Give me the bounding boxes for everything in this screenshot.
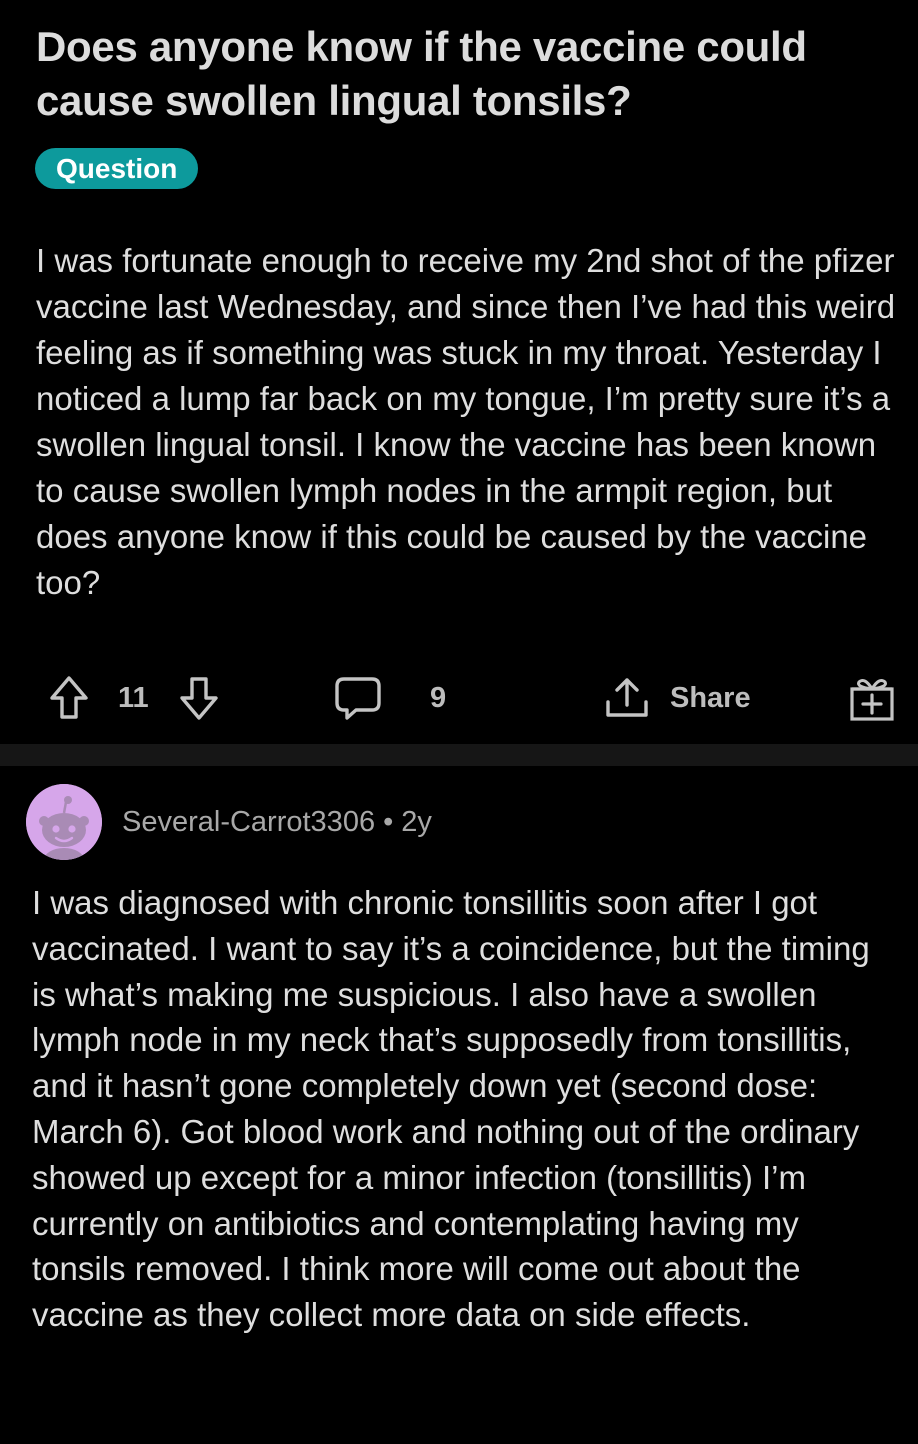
comment-username[interactable]: Several-Carrot3306	[122, 806, 375, 838]
award-button[interactable]	[848, 668, 896, 728]
arrow-up-icon	[50, 676, 88, 719]
comment-body: I was diagnosed with chronic tonsillitis…	[32, 884, 870, 1334]
post-title[interactable]: Does anyone know if the vaccine could ca…	[36, 20, 896, 128]
post-card: Does anyone know if the vaccine could ca…	[0, 0, 918, 744]
meta-separator: •	[383, 806, 394, 838]
comment-age: 2y	[401, 806, 432, 838]
share-label: Share	[670, 681, 751, 714]
vote-score: 11	[118, 681, 149, 714]
share-button[interactable]: Share	[604, 668, 751, 728]
downvote-button[interactable]	[178, 668, 220, 728]
comment-count[interactable]: 9	[430, 668, 446, 728]
upvote-button[interactable]	[48, 668, 90, 728]
post-body: I was fortunate enough to receive my 2nd…	[36, 242, 896, 601]
gift-box-icon	[850, 679, 894, 721]
section-divider	[0, 744, 918, 766]
speech-bubble-icon	[335, 677, 381, 720]
comment: Several-Carrot3306 • 2y I was diagnosed wi…	[0, 766, 918, 1444]
comments-button[interactable]	[334, 668, 382, 728]
arrow-down-icon	[180, 677, 218, 720]
share-upload-icon	[606, 678, 648, 717]
post-action-bar: 11 9 Share	[0, 668, 918, 728]
post-flair[interactable]: Question	[35, 148, 199, 189]
comment-meta: Several-Carrot3306 • 2y	[122, 802, 432, 842]
snoo-avatar-icon[interactable]	[26, 784, 102, 860]
